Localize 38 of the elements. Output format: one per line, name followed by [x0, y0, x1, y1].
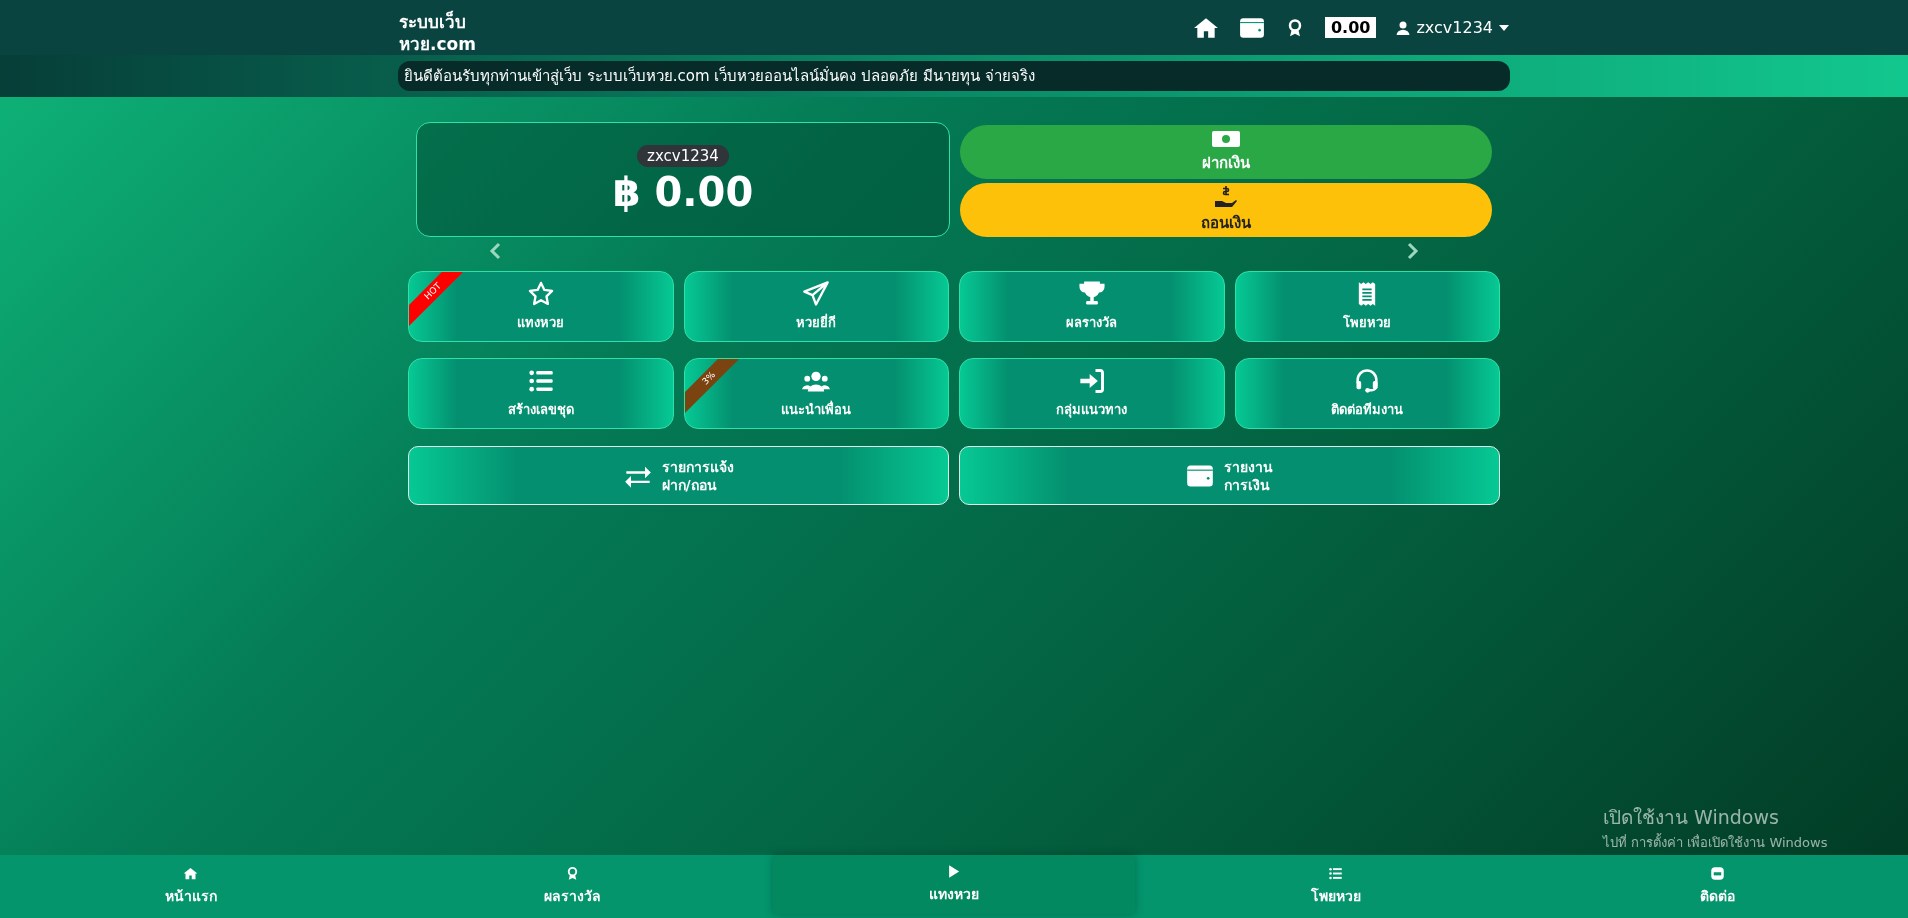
deposit-button[interactable]: ฝากเงิน: [960, 125, 1492, 179]
nav-tab[interactable]: ผลรางวัล: [381, 855, 764, 918]
nav-tab[interactable]: แทงหวย: [773, 855, 1135, 914]
home-icon: [183, 866, 199, 881]
chevron-right-icon[interactable]: [1406, 242, 1420, 260]
balance-display: 0.00: [1324, 17, 1377, 38]
menu-button[interactable]: โพยหวย: [1234, 271, 1500, 342]
username-badge: zxcv1234: [637, 144, 729, 167]
menu-button[interactable]: รายการแจ้ง ฝาก/ถอน: [408, 446, 949, 505]
menu-button[interactable]: หวยยี่กี: [683, 271, 949, 342]
site-logo[interactable]: ระบบเว็บ หวย.com: [399, 0, 476, 55]
star-icon: [526, 280, 555, 308]
menu-button[interactable]: 3% แนะนำเพื่อน: [683, 358, 949, 429]
menu-button[interactable]: รายงาน การเงิน: [959, 446, 1500, 505]
balance-amount: ฿ 0.00: [612, 168, 754, 215]
chevron-left-icon[interactable]: [488, 242, 502, 260]
nav-tab[interactable]: โพยหวย: [1144, 855, 1527, 918]
chat-icon: [1709, 866, 1725, 881]
ticker-text: ยินดีต้อนรับทุกท่านเข้าสู่เว็บ ระบบเว็บหวย.com เว็บหวยออนไลน์มั่นคง ปลอดภัย มีนายทุน จ่ายจริง: [398, 61, 1510, 91]
username-menu[interactable]: zxcv1234: [1416, 18, 1493, 37]
nav-tab[interactable]: ติดต่อ: [1526, 855, 1908, 918]
withdraw-button[interactable]: ถอนเงิน: [960, 183, 1492, 237]
menu-button[interactable]: ติดต่อทีมงาน: [1234, 358, 1500, 429]
user-icon: [1396, 20, 1411, 35]
menu-button[interactable]: ผลรางวัล: [959, 271, 1225, 342]
caret-icon[interactable]: [1499, 24, 1509, 31]
paper-plane-icon: [802, 280, 831, 308]
activation-title: เปิดใช้งาน Windows: [1603, 805, 1779, 830]
hand-coin-icon: [1214, 185, 1238, 209]
play-icon: [946, 864, 962, 879]
menu-button[interactable]: กลุ่มแนวทาง: [959, 358, 1225, 429]
trophy-icon: [1077, 280, 1106, 308]
menu-button[interactable]: สร้างเลขชุด: [408, 358, 674, 429]
sign-in-icon: [1077, 367, 1106, 395]
activation-subtitle: ไปที่ การตั้งค่า เพื่อเปิดใช้งาน Windows: [1603, 832, 1828, 852]
nav-tab[interactable]: หน้าแรก: [0, 855, 382, 918]
banknote-icon: [1211, 129, 1241, 149]
list-icon: [1328, 866, 1344, 881]
